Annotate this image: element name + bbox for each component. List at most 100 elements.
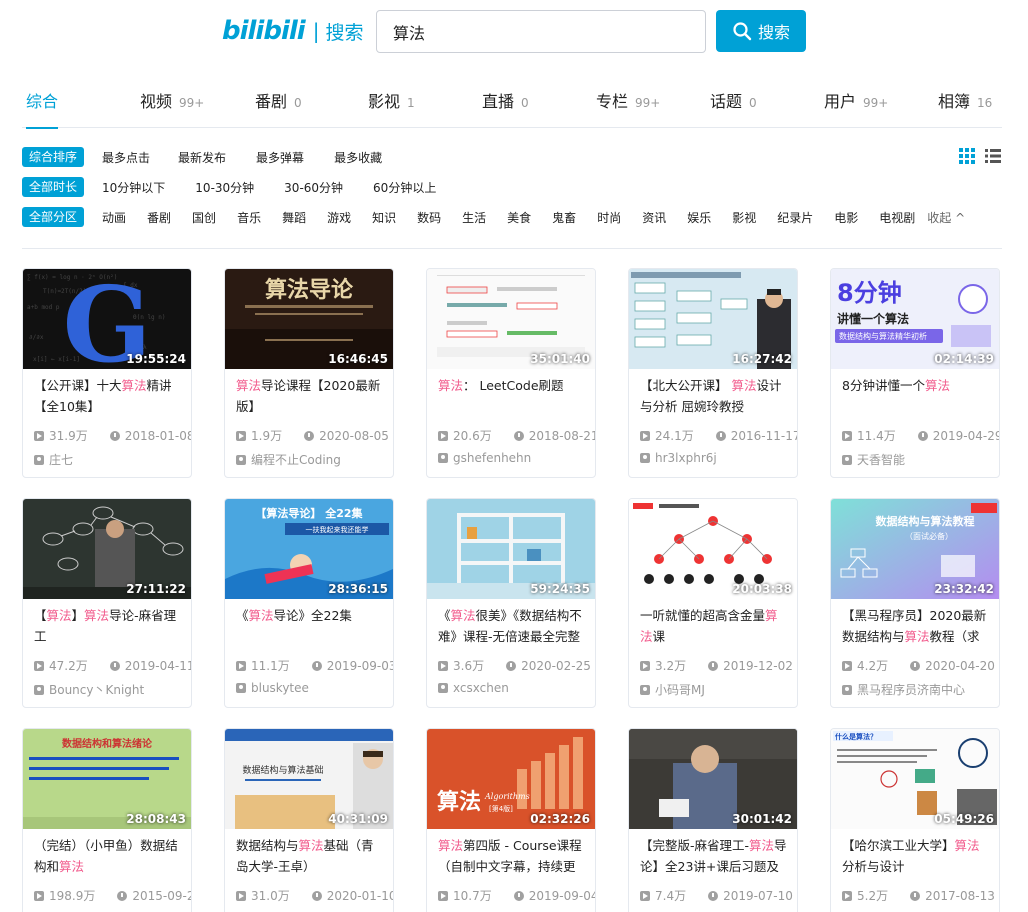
video-card[interactable]: 什么是算法？ 05:49:26 【哈尔滨工业大学】算法分析与设计 5.2万 201… bbox=[830, 728, 1000, 912]
sort-option[interactable]: 最多收藏 bbox=[334, 149, 382, 166]
zone-option[interactable]: 纪录片 bbox=[777, 209, 813, 226]
video-card[interactable]: 算法 Algorithms [第4版] 02:32:26 算法第四版 - Cours… bbox=[426, 728, 596, 912]
zone-option[interactable]: 音乐 bbox=[237, 209, 261, 226]
search-input[interactable] bbox=[376, 10, 706, 53]
video-thumbnail[interactable]: 8分钟 讲懂一个算法 数据结构与算法精华初析 02:14:39 bbox=[831, 269, 999, 369]
video-title[interactable]: 算法第四版 - Course课程（自制中文字幕，持续更 bbox=[438, 835, 588, 877]
duration-option[interactable]: 30-60分钟 bbox=[284, 179, 343, 196]
video-card[interactable]: 59:24:35 《算法很美》《数据结构不难》课程-无倍速最全完整 3.6万 20… bbox=[426, 498, 596, 708]
duration-option[interactable]: 60分钟以上 bbox=[373, 179, 436, 196]
uploader[interactable]: xcsxchen bbox=[438, 681, 509, 695]
zone-option[interactable]: 知识 bbox=[372, 209, 396, 226]
zone-option[interactable]: 影视 bbox=[732, 209, 756, 226]
collapse-button[interactable]: 收起 ^ bbox=[927, 209, 965, 226]
tab-user[interactable]: 用户 99+ bbox=[824, 88, 888, 128]
video-title[interactable]: 【完整版-麻省理工-算法导论】全23讲+课后习题及课 bbox=[640, 835, 790, 877]
video-thumbnail[interactable]: 20:03:38 bbox=[629, 499, 797, 599]
tab-live[interactable]: 直播 0 bbox=[482, 88, 529, 128]
video-thumbnail[interactable]: ∑ f(x) = log n · 2ⁿ O(n²) T(n)=2T(n/2)+n ∫… bbox=[23, 269, 191, 369]
zone-option[interactable]: 游戏 bbox=[327, 209, 351, 226]
duration-filter-active[interactable]: 全部时长 bbox=[22, 177, 85, 197]
video-thumbnail[interactable]: 27:11:22 bbox=[23, 499, 191, 599]
zone-option[interactable]: 资讯 bbox=[642, 209, 666, 226]
uploader[interactable]: 庄七 bbox=[34, 451, 73, 468]
search-button[interactable]: 搜索 bbox=[716, 10, 806, 52]
zone-option[interactable]: 舞蹈 bbox=[282, 209, 306, 226]
zone-filter-active[interactable]: 全部分区 bbox=[22, 207, 85, 227]
video-title[interactable]: 算法导论课程【2020最新版】 bbox=[236, 375, 386, 417]
zone-option[interactable]: 动画 bbox=[102, 209, 126, 226]
tab-bangumi[interactable]: 番剧 0 bbox=[255, 88, 302, 128]
uploader[interactable]: 天香智能 bbox=[842, 451, 905, 468]
uploader[interactable]: 编程不止Coding bbox=[236, 451, 341, 468]
zone-option[interactable]: 电影 bbox=[834, 209, 858, 226]
zone-option[interactable]: 生活 bbox=[462, 209, 486, 226]
zone-option[interactable]: 国创 bbox=[192, 209, 216, 226]
video-title[interactable]: 8分钟讲懂一个算法 bbox=[842, 375, 992, 417]
video-title[interactable]: 【公开课】十大算法精讲【全10集】 bbox=[34, 375, 184, 417]
video-thumbnail[interactable]: 数据结构与算法教程 （面试必备） 23:32:42 bbox=[831, 499, 999, 599]
video-thumbnail[interactable]: 什么是算法？ 05:49:26 bbox=[831, 729, 999, 829]
uploader[interactable]: bluskytee bbox=[236, 681, 309, 695]
zone-option[interactable]: 美食 bbox=[507, 209, 531, 226]
video-card[interactable]: 数据结构和算法绪论 28:08:43 （完结）（小甲鱼）数据结构和算法 198.… bbox=[22, 728, 192, 912]
video-card[interactable]: 算法导论 16:46:45 算法导论课程【2020最新版】 1.9万 2020-0… bbox=[224, 268, 394, 478]
video-thumbnail[interactable]: 数据结构和算法绪论 28:08:43 bbox=[23, 729, 191, 829]
video-title[interactable]: 一听就懂的超高含金量算法课 bbox=[640, 605, 790, 647]
video-thumbnail[interactable]: 16:27:42 bbox=[629, 269, 797, 369]
grid-view-icon[interactable] bbox=[959, 148, 975, 164]
uploader[interactable]: 黑马程序员济南中心 bbox=[842, 681, 965, 698]
tab-article[interactable]: 专栏 99+ bbox=[596, 88, 660, 128]
video-thumbnail[interactable]: 35:01:40 bbox=[427, 269, 595, 369]
sort-option[interactable]: 最新发布 bbox=[178, 149, 226, 166]
tab-album[interactable]: 相簿 16 bbox=[938, 88, 992, 128]
zone-option[interactable]: 娱乐 bbox=[687, 209, 711, 226]
zone-option[interactable]: 鬼畜 bbox=[552, 209, 576, 226]
uploader[interactable]: gshefenhehn bbox=[438, 451, 531, 465]
video-card[interactable]: 数据结构与算法教程 （面试必备） 23:32:42 【黑马程序员】2020最新数据… bbox=[830, 498, 1000, 708]
sort-filter-active[interactable]: 综合排序 bbox=[22, 147, 85, 167]
duration-option[interactable]: 10-30分钟 bbox=[195, 179, 254, 196]
tab-film[interactable]: 影视 1 bbox=[368, 88, 415, 128]
sort-option[interactable]: 最多点击 bbox=[102, 149, 150, 166]
bilibili-logo[interactable]: bilibili | 搜索 bbox=[222, 16, 363, 46]
video-card[interactable]: 数据结构与算法基础 40:31:09 数据结构与算法基础（青岛大学-王卓） 31… bbox=[224, 728, 394, 912]
uploader[interactable]: 小码哥MJ bbox=[640, 681, 705, 698]
video-title[interactable]: 【黑马程序员】2020最新数据结构与算法教程（求职面 bbox=[842, 605, 992, 647]
uploader[interactable]: hr3lxphr6j bbox=[640, 451, 717, 465]
tab-all[interactable]: 综合 bbox=[26, 88, 59, 129]
video-card[interactable]: 8分钟 讲懂一个算法 数据结构与算法精华初析 02:14:39 8分钟讲懂一个算法 … bbox=[830, 268, 1000, 478]
video-title[interactable]: 算法： LeetCode刷题 bbox=[438, 375, 588, 417]
video-thumbnail[interactable]: 59:24:35 bbox=[427, 499, 595, 599]
video-card[interactable]: 27:11:22 【算法】算法导论-麻省理工 47.2万 2019-04-11 B… bbox=[22, 498, 192, 708]
uploader[interactable]: Bouncy丶Knight bbox=[34, 681, 144, 698]
video-thumbnail[interactable]: 数据结构与算法基础 40:31:09 bbox=[225, 729, 393, 829]
list-view-icon[interactable] bbox=[985, 148, 1001, 164]
zone-option[interactable]: 电视剧 bbox=[879, 209, 915, 226]
zone-option[interactable]: 数码 bbox=[417, 209, 441, 226]
video-card[interactable]: 30:01:42 【完整版-麻省理工-算法导论】全23讲+课后习题及课 7.4万… bbox=[628, 728, 798, 912]
video-card[interactable]: 35:01:40 算法： LeetCode刷题 20.6万 2018-08-21 … bbox=[426, 268, 596, 478]
zone-option[interactable]: 番剧 bbox=[147, 209, 171, 226]
video-thumbnail[interactable]: 【算法导论】 全22集 一扶我起来我还能学 28:36:15 bbox=[225, 499, 393, 599]
video-card[interactable]: 20:03:38 一听就懂的超高含金量算法课 3.2万 2019-12-02 小码… bbox=[628, 498, 798, 708]
video-card[interactable]: 【算法导论】 全22集 一扶我起来我还能学 28:36:15 《算法导论》全22集… bbox=[224, 498, 394, 708]
tab-topic[interactable]: 话题 0 bbox=[710, 88, 757, 128]
video-thumbnail[interactable]: 30:01:42 bbox=[629, 729, 797, 829]
video-title[interactable]: 【北大公开课】 算法设计与分析 屈婉玲教授 （76p） bbox=[640, 375, 790, 417]
video-title[interactable]: 【算法】算法导论-麻省理工 bbox=[34, 605, 184, 647]
zone-option[interactable]: 时尚 bbox=[597, 209, 621, 226]
duration-option[interactable]: 10分钟以下 bbox=[102, 179, 165, 196]
video-card[interactable]: 16:27:42 【北大公开课】 算法设计与分析 屈婉玲教授 （76p） 24.… bbox=[628, 268, 798, 478]
video-title[interactable]: 《算法很美》《数据结构不难》课程-无倍速最全完整 bbox=[438, 605, 588, 647]
video-thumbnail[interactable]: 算法 Algorithms [第4版] 02:32:26 bbox=[427, 729, 595, 829]
video-title[interactable]: （完结）（小甲鱼）数据结构和算法 bbox=[34, 835, 184, 877]
video-title[interactable]: 数据结构与算法基础（青岛大学-王卓） bbox=[236, 835, 386, 877]
sort-option[interactable]: 最多弹幕 bbox=[256, 149, 304, 166]
video-thumbnail[interactable]: 算法导论 16:46:45 bbox=[225, 269, 393, 369]
video-title[interactable]: 《算法导论》全22集 bbox=[236, 605, 386, 647]
video-title[interactable]: 【哈尔滨工业大学】算法分析与设计 bbox=[842, 835, 992, 877]
logo-separator: | bbox=[312, 19, 320, 43]
tab-video[interactable]: 视频 99+ bbox=[140, 88, 204, 128]
video-card[interactable]: ∑ f(x) = log n · 2ⁿ O(n²) T(n)=2T(n/2)+n ∫… bbox=[22, 268, 192, 478]
